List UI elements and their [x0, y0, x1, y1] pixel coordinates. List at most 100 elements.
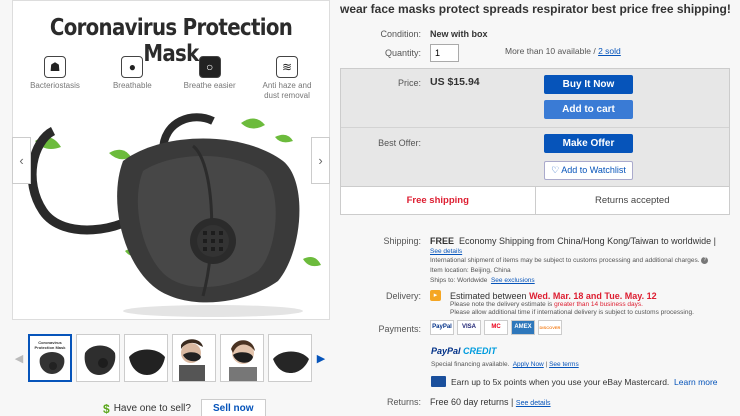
see-details-text[interactable]: See details	[430, 248, 462, 255]
thumb-mask-image	[84, 345, 116, 375]
mastercard-promo: Earn up to 5x points when you use your e…	[451, 377, 718, 387]
help-icon[interactable]: ?	[701, 257, 709, 264]
credit-card-icon	[431, 376, 446, 387]
delivery-note: Please note the delivery estimate is gre…	[450, 301, 643, 308]
buy-box-divider	[341, 127, 729, 128]
returns-value-text: Free 60 day returns |	[430, 397, 514, 407]
delivery-truck-icon: ▸	[430, 290, 441, 301]
delivery-note-prefix: Please note the delivery estimate is	[450, 301, 553, 308]
availability: More than 10 available / 2 sold	[505, 46, 621, 56]
ships-to: Ships to: Worldwide See exclusions	[430, 277, 535, 284]
apply-now-link[interactable]: Apply Now	[513, 361, 544, 368]
see-terms-link[interactable]: See terms	[549, 361, 579, 368]
feature-label: Breathable	[112, 81, 152, 90]
condition-label: Condition:	[380, 29, 421, 39]
shipping-free: FREE	[430, 236, 455, 246]
feature-breathe-easier: ○ Breathe easier	[178, 56, 242, 101]
heart-icon: ♡	[551, 165, 560, 175]
delivery-estimated-text: Estimated between	[450, 291, 527, 301]
returns-see-details-link[interactable]: See details	[516, 400, 551, 407]
add-to-watchlist-button[interactable]: ♡ Add to Watchlist	[544, 161, 633, 180]
delivery-label: Delivery:	[385, 291, 421, 301]
returns-value: Free 60 day returns | See details	[430, 397, 551, 407]
thumbnail-strip: ◀ Coronavirus Protection Mask ▶	[12, 330, 330, 386]
delivery-dates: Wed. Mar. 18 and Tue. May. 12	[529, 291, 657, 301]
sell-text: Have one to sell?	[113, 403, 191, 414]
thumbs-next-icon[interactable]: ▶	[314, 352, 328, 365]
returns-accepted-badge: Returns accepted	[595, 195, 670, 206]
learn-more-link[interactable]: Learn more	[674, 377, 717, 387]
thumbnail-5[interactable]	[220, 334, 264, 382]
add-to-cart-button[interactable]: Add to cart	[544, 100, 633, 119]
thumbnail-2[interactable]	[76, 334, 120, 382]
price-value: US $15.94	[430, 76, 480, 88]
ships-to-text: Ships to: Worldwide	[430, 277, 488, 284]
shipping-method: FREE Economy Shipping from China/Hong Ko…	[430, 236, 716, 246]
feature-anti-haze: ≋ Anti haze and dust removal	[255, 56, 319, 101]
delivery-estimate: Estimated between Wed. Mar. 18 and Tue. …	[450, 291, 657, 301]
feature-label: Bacteriostasis	[30, 81, 80, 90]
free-shipping-badge: Free shipping	[341, 187, 536, 214]
price-label: Price:	[397, 78, 421, 88]
quantity-input[interactable]	[430, 44, 459, 62]
pp-credit-word1: PayPal	[431, 346, 461, 356]
intl-note-text: International shipment of items may be s…	[430, 257, 700, 265]
returns-label: Returns:	[386, 397, 421, 407]
delivery-note-2: Please allow additional time if internat…	[450, 309, 694, 316]
mask-illustration	[27, 113, 321, 317]
make-offer-button[interactable]: Make Offer	[544, 134, 633, 153]
haze-icon: ≋	[275, 56, 298, 78]
feature-row: ☗ Bacteriostasis ● Breathable ○ Breathe …	[23, 56, 319, 101]
item-location: Item location: Beijing, China	[430, 267, 511, 274]
main-product-image[interactable]: Coronavirus Protection Mask ☗ Bacteriost…	[12, 0, 330, 320]
mastercard-logo: MC	[484, 320, 508, 335]
thumbnail-4[interactable]	[172, 334, 216, 382]
next-image-button[interactable]: ›	[311, 137, 330, 184]
see-exclusions-link[interactable]: See exclusions	[491, 277, 535, 284]
sold-link[interactable]: 2 sold	[598, 46, 621, 56]
earn-text: Earn up to 5x points when you use your e…	[451, 377, 670, 387]
best-offer-label: Best Offer:	[378, 138, 421, 148]
amex-logo: AMEX	[511, 320, 535, 335]
quantity-label: Quantity:	[384, 48, 421, 58]
ring-icon: ○	[198, 56, 221, 78]
watchlist-label: Add to Watchlist	[561, 165, 626, 175]
availability-text: More than 10 available /	[505, 46, 599, 56]
thumb-person-image	[179, 339, 205, 381]
feature-bacteriostasis: ☗ Bacteriostasis	[23, 56, 87, 101]
shipping-returns-strip: Free shipping Returns accepted	[340, 186, 730, 215]
thumbnail-3[interactable]	[124, 334, 168, 382]
thumbs-prev-icon[interactable]: ◀	[12, 352, 26, 365]
thumb-mask-image	[129, 349, 165, 375]
thumbnail-1[interactable]: Coronavirus Protection Mask	[28, 334, 72, 382]
special-financing-text: Special financing available.	[431, 361, 510, 368]
feature-label: Anti haze and dust removal	[262, 81, 312, 100]
visa-logo: VISA	[457, 320, 481, 335]
listing-title: wear face masks protect spreads respirat…	[340, 2, 731, 16]
shipping-see-details-link[interactable]: See details	[430, 248, 462, 255]
thumb-mask-image	[273, 351, 309, 373]
shipping-label: Shipping:	[383, 236, 421, 246]
feature-breathable: ● Breathable	[100, 56, 164, 101]
sell-prompt: $ Have one to sell? Sell now	[103, 399, 266, 416]
thumbnail-6[interactable]	[268, 334, 312, 382]
feature-label: Breathe easier	[183, 81, 236, 90]
discover-logo: DISCOVER	[538, 320, 562, 335]
pp-credit-word2: CREDIT	[463, 346, 497, 356]
paypal-credit-logo: PayPal CREDIT	[431, 346, 497, 356]
droplet-icon: ●	[121, 56, 144, 78]
intl-shipping-note: International shipment of items may be s…	[430, 257, 709, 265]
thumbnail-title: Coronavirus Protection Mask	[34, 340, 66, 350]
special-financing: Special financing available. Apply Now |…	[431, 361, 579, 368]
cat-face-icon: ☗	[44, 56, 66, 78]
buy-it-now-button[interactable]: Buy It Now	[544, 75, 633, 94]
thumb-person-image	[229, 340, 257, 381]
payments-label: Payments:	[378, 324, 421, 334]
dollar-icon: $	[103, 401, 110, 416]
payment-logos: PayPal VISA MC AMEX DISCOVER	[430, 320, 565, 335]
sell-now-button[interactable]: Sell now	[200, 399, 266, 416]
prev-image-button[interactable]: ‹	[12, 137, 31, 184]
paypal-logo: PayPal	[430, 320, 454, 335]
condition-value: New with box	[430, 29, 488, 39]
delivery-note-highlight: greater than 14 business days.	[554, 301, 643, 308]
